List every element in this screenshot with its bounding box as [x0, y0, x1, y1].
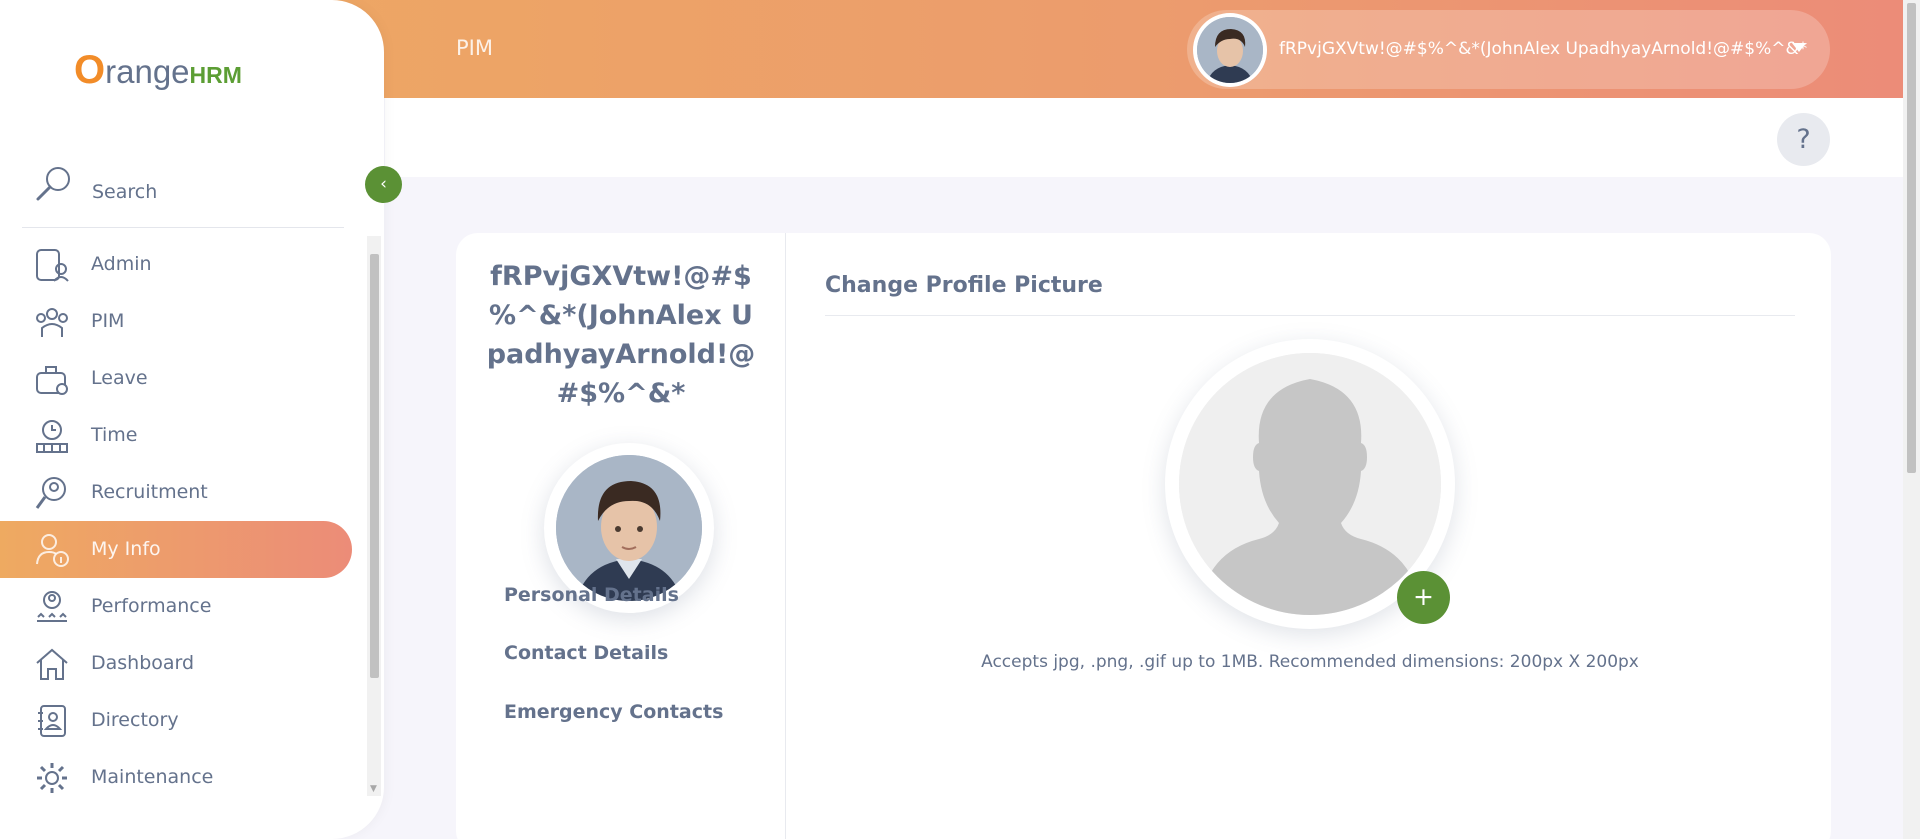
profile-card: fRPvjGXVtw!@#$%^&*(JohnAlex UpadhyayArno…	[456, 233, 1831, 839]
dashboard-icon	[36, 648, 68, 680]
admin-icon	[36, 249, 69, 282]
tab-contact-details[interactable]: Contact Details	[504, 642, 668, 664]
caret-down-icon[interactable]	[1792, 43, 1806, 52]
sidebar-item-leave[interactable]: Leave	[0, 350, 352, 407]
sidebar-item-admin[interactable]: Admin	[0, 236, 352, 293]
sub-header: ?	[385, 98, 1903, 177]
recruitment-icon	[35, 477, 66, 509]
sidebar-search[interactable]: Search	[22, 160, 344, 228]
tab-emergency-contacts[interactable]: Emergency Contacts	[504, 701, 723, 723]
scroll-down-icon[interactable]: ▼	[370, 784, 377, 794]
sidebar: OrangeHRM Search ▼ Admin PIM Leave Time …	[0, 0, 384, 839]
directory-icon	[38, 705, 66, 737]
upload-hint: Accepts jpg, .png, .gif up to 1MB. Recom…	[981, 652, 1639, 672]
sidebar-scroll-thumb[interactable]	[370, 254, 379, 678]
employee-name: fRPvjGXVtw!@#$%^&*(JohnAlex UpadhyayArno…	[486, 261, 756, 409]
change-picture-title: Change Profile Picture	[825, 273, 1103, 298]
module-title: PIM	[456, 36, 493, 60]
search-label: Search	[92, 181, 158, 203]
time-icon	[36, 420, 68, 453]
maintenance-icon	[37, 763, 67, 793]
user-avatar	[1193, 13, 1267, 87]
profile-side-panel: fRPvjGXVtw!@#$%^&*(JohnAlex UpadhyayArno…	[456, 233, 786, 839]
sidebar-item-time[interactable]: Time	[0, 407, 352, 464]
sidebar-item-my-info[interactable]: My Info	[0, 521, 352, 578]
user-name: fRPvjGXVtw!@#$%^&*(JohnAlex UpadhyayArno…	[1279, 39, 1808, 59]
default-avatar-icon	[1179, 353, 1441, 615]
page-scroll-thumb[interactable]	[1907, 3, 1916, 473]
my-info-icon	[36, 534, 69, 567]
sidebar-item-directory[interactable]: Directory	[0, 692, 352, 749]
sidebar-item-recruitment[interactable]: Recruitment	[0, 464, 352, 521]
sidebar-item-performance[interactable]: Performance	[0, 578, 352, 635]
divider	[825, 315, 1795, 316]
sidebar-item-dashboard[interactable]: Dashboard	[0, 635, 352, 692]
pim-icon	[36, 308, 68, 337]
sidebar-item-maintenance[interactable]: Maintenance	[0, 749, 352, 806]
orangehrm-logo: OrangeHRM	[74, 48, 242, 92]
leave-icon	[36, 366, 68, 395]
tab-personal-details[interactable]: Personal Details	[504, 584, 679, 606]
user-dropdown[interactable]: fRPvjGXVtw!@#$%^&*(JohnAlex UpadhyayArno…	[1187, 10, 1830, 89]
performance-icon	[37, 591, 67, 622]
search-icon	[36, 167, 70, 201]
sidebar-scrollbar[interactable]: ▼	[367, 236, 381, 796]
page-scrollbar[interactable]	[1903, 0, 1920, 839]
sidebar-item-pim[interactable]: PIM	[0, 293, 352, 350]
add-picture-button[interactable]: +	[1397, 571, 1450, 624]
sidebar-collapse-button[interactable]: ‹	[365, 166, 402, 203]
help-button[interactable]: ?	[1777, 113, 1830, 166]
